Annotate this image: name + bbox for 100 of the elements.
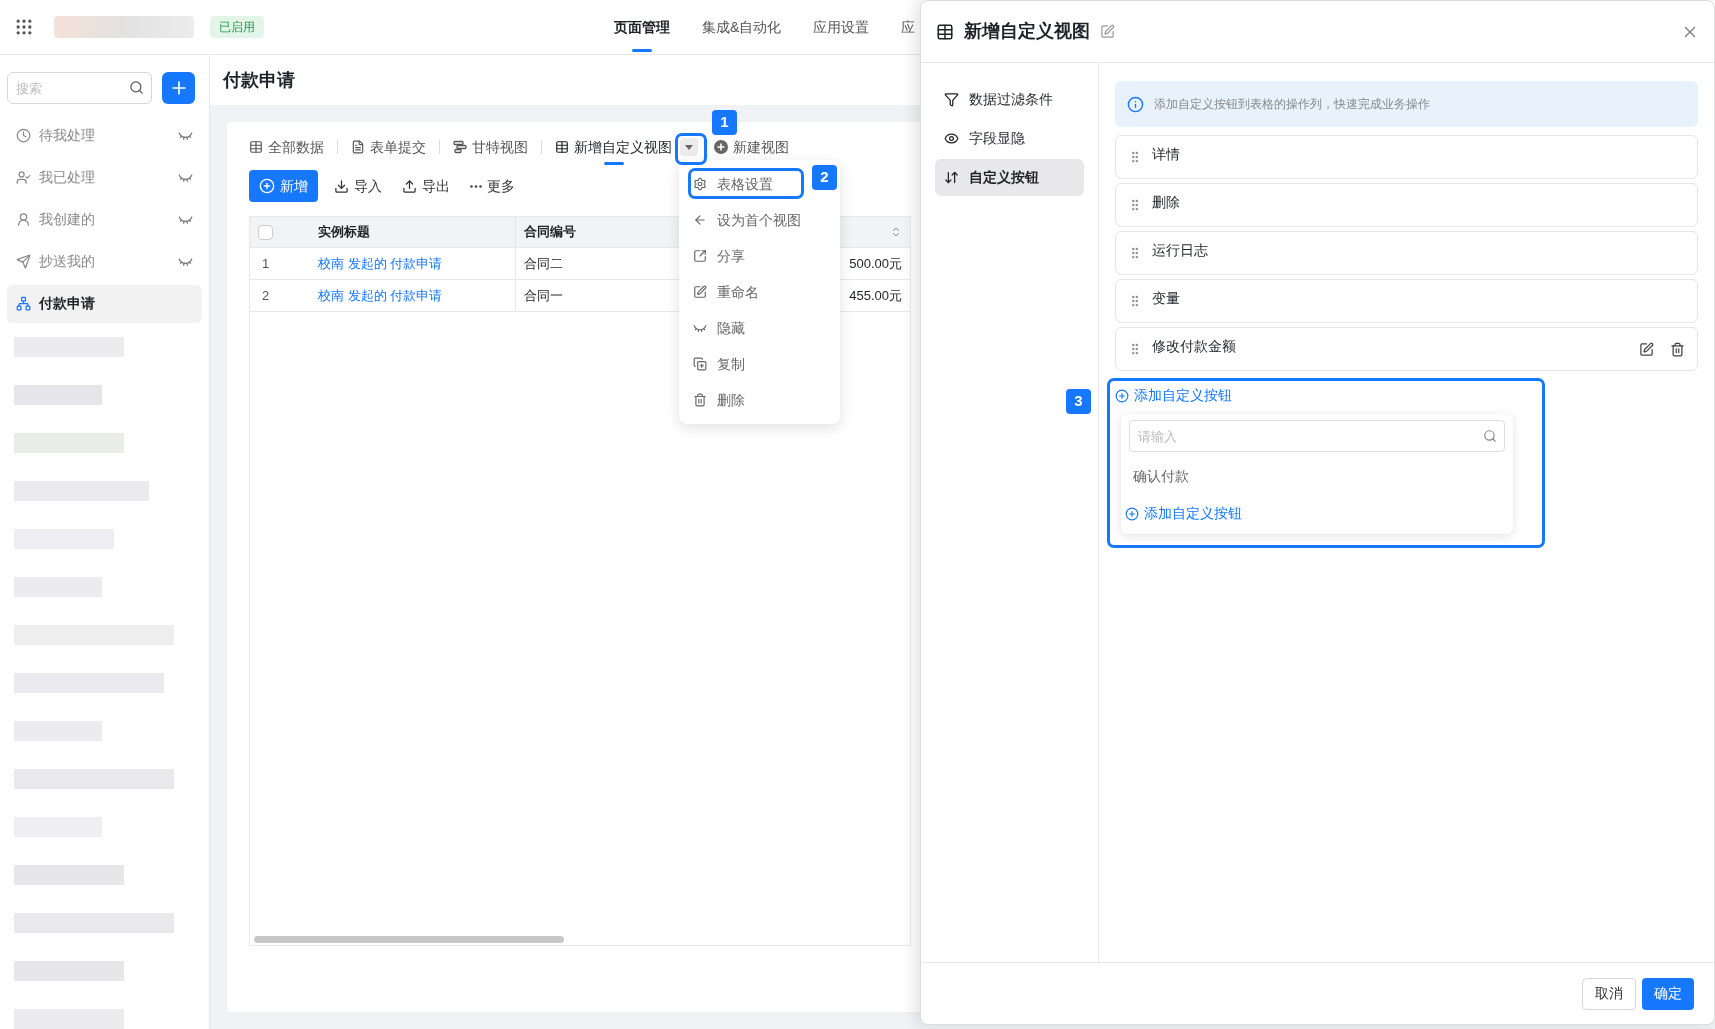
table-cell-text: 455.00元 [849,286,902,305]
custom-button-row[interactable]: 变量 [1115,279,1698,323]
new-view-button[interactable]: 新建视图 [714,136,789,158]
status-badge: 已启用 [210,16,264,38]
drawer-nav-item[interactable]: 数据过滤条件 [935,81,1084,118]
download-icon [334,178,349,194]
view-tab[interactable]: 新增自定义视图 [555,129,672,165]
column-header: 合同编号 [523,223,577,242]
info-text: 添加自定义按钮到表格的操作列，快速完成业务操作 [1154,96,1430,113]
clock-icon [16,127,31,143]
arrow-left-icon [693,213,707,227]
table-cell-text: 合同二 [523,254,564,273]
user-check-icon [16,169,31,185]
table-cell-text: 合同一 [523,286,564,305]
sort-icon[interactable] [890,226,902,238]
record-link[interactable]: 校南 发起的 付款申请 [318,285,443,306]
ellipsis-icon [470,184,482,188]
user-icon [16,212,31,227]
sidebar-item[interactable]: 付款申请 [7,284,202,323]
add-custom-button-link[interactable]: 添加自定义按钮 [1125,503,1242,524]
settings-icon [693,177,707,191]
nav-tab[interactable]: 集成&自动化 [702,0,782,54]
menu-item[interactable]: 分享 [679,238,840,274]
sidebar-item[interactable]: 我创建的 [7,200,202,239]
custom-button-row[interactable]: 详情 [1115,135,1698,179]
button-name: 修改付款金额 [1152,336,1237,356]
checkbox[interactable] [258,224,273,240]
step-badge: 2 [812,165,837,190]
view-tab[interactable]: 甘特视图 [453,129,528,165]
table-icon [249,140,263,154]
nav-tab[interactable]: 应 [901,0,916,54]
toolbar-button[interactable]: 更多 [466,170,519,202]
toolbar-button[interactable]: 导入 [330,170,386,202]
menu-item[interactable]: 隐藏 [679,310,840,346]
view-tab[interactable]: 全部数据 [249,129,324,165]
trash-icon [693,393,707,407]
add-custom-button-link[interactable]: 添加自定义按钮 [1115,385,1232,406]
menu-item[interactable]: 重命名 [679,274,840,310]
record-link[interactable]: 校南 发起的 付款申请 [318,253,443,274]
view-dropdown-button[interactable] [680,138,698,156]
footer-button[interactable]: 取消 [1582,977,1636,1010]
button-name: 运行日志 [1152,240,1209,260]
button-name: 删除 [1152,192,1181,212]
picker-option[interactable]: 确认付款 [1121,466,1513,487]
menu-item[interactable]: 删除 [679,382,840,418]
row-number: 2 [261,286,271,305]
info-icon [1127,95,1144,113]
drawer-nav-item[interactable]: 字段显隐 [935,120,1084,157]
step-badge: 1 [712,110,737,135]
app-menu-icon[interactable] [14,17,34,37]
send-icon [16,254,31,270]
toolbar-button[interactable]: 导出 [398,170,454,202]
step-badge: 3 [1066,389,1091,414]
picker-search-field[interactable]: 请输入 [1129,420,1505,452]
search-icon [129,80,144,95]
button-name: 变量 [1152,288,1181,308]
highlight-frame [675,133,707,165]
custom-button-row[interactable]: 删除 [1115,183,1698,227]
sidebar-item[interactable]: 我已处理 [7,158,202,197]
upload-icon [402,178,417,194]
add-button[interactable] [162,72,195,104]
trash-icon[interactable] [1670,341,1685,357]
search-field[interactable]: 搜索 [7,72,152,104]
share-icon [693,249,707,263]
custom-button-row[interactable]: 修改付款金额 [1115,327,1698,371]
drawer-title: 新增自定义视图 [964,20,1090,43]
search-icon [1483,429,1497,443]
view-tab[interactable]: 表单提交 [351,129,426,165]
plus-circle-icon [1115,388,1129,403]
sidebar-item[interactable]: 待我处理 [7,116,202,155]
page-title: 付款申请 [223,68,295,92]
org-chart-icon [16,296,31,312]
plus-circle-icon [259,178,275,194]
table-icon [555,140,569,154]
copy-icon [693,357,707,371]
table-icon [936,22,954,41]
caret-icon [685,144,693,150]
eye-icon [944,131,959,146]
nav-tab[interactable]: 应用设置 [813,0,870,54]
plus-circle-icon [714,140,728,154]
nav-tab[interactable]: 页面管理 [614,0,670,54]
menu-item[interactable]: 设为首个视图 [679,202,840,238]
gantt-icon [453,140,467,154]
document-icon [351,140,365,154]
filter-icon [944,92,959,107]
footer-button[interactable]: 确定 [1642,977,1694,1010]
button-name: 详情 [1152,144,1181,164]
column-header: 实例标题 [318,217,516,247]
edit-icon [693,285,707,299]
custom-button-row[interactable]: 运行日志 [1115,231,1698,275]
sort-icon [944,170,959,185]
row-number: 1 [261,254,271,273]
sidebar-item[interactable]: 抄送我的 [7,242,202,281]
toolbar-button[interactable]: 新增 [249,170,318,202]
table-cell-text: 500.00元 [849,254,902,273]
drawer-nav-item[interactable]: 自定义按钮 [935,159,1084,196]
scrollbar[interactable] [254,936,564,943]
menu-item[interactable]: 复制 [679,346,840,382]
edit-icon[interactable] [1639,341,1654,357]
plus-circle-icon [1125,506,1139,521]
